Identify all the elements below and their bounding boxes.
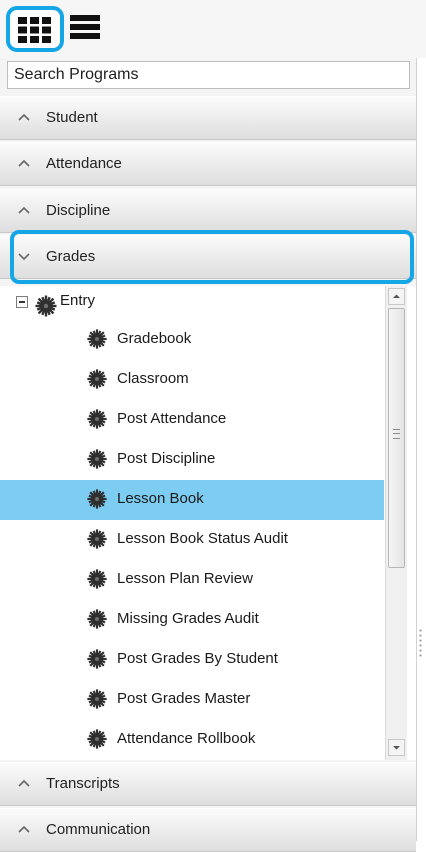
section-label: Student [46,109,98,126]
cog-icon [87,729,107,749]
section-grades[interactable]: Grades [0,235,416,279]
tree-item-label: Gradebook [117,330,192,347]
chevron-up-icon [18,113,30,121]
chevron-down-icon [18,253,30,261]
tree-item[interactable]: Attendance Rollbook [0,720,384,760]
cog-icon [87,369,107,389]
section-discipline[interactable]: Discipline [0,189,416,233]
cog-icon [87,449,107,469]
cog-icon [87,569,107,589]
cog-icon [87,529,107,549]
tree-item-label: Classroom [117,370,189,387]
section-label: Transcripts [46,775,120,792]
tree-item[interactable]: Post Grades By Student [0,640,384,680]
section-transcripts[interactable]: Transcripts [0,762,416,806]
tree-item[interactable]: Post Discipline [0,440,384,480]
tree-item-label: Attendance Rollbook [117,730,256,747]
list-icon [70,15,100,39]
cog-icon [87,489,107,509]
tree-item[interactable]: Gradebook [0,320,384,360]
cog-icon [87,609,107,629]
list-view-button[interactable] [70,13,100,46]
scroll-up-button[interactable] [388,288,405,305]
arrow-up-icon [393,294,400,298]
tree-item-label: Post Grades Master [117,690,251,707]
tree-item[interactable]: Lesson Plan Review [0,560,384,600]
chevron-up-icon [18,779,30,787]
tree-item-label: Missing Grades Audit [117,610,259,627]
section-student[interactable]: Student [0,96,416,140]
section-label: Communication [46,821,151,838]
cog-icon [87,329,107,349]
tree-item-label: Post Attendance [117,410,227,427]
tree-item[interactable]: Lesson Book Status Audit [0,520,384,560]
search-input[interactable] [7,61,410,89]
grid-view-button[interactable] [6,6,64,52]
tree-item-label: Lesson Book [117,490,204,507]
section-attendance[interactable]: Attendance [0,142,416,186]
tree-item[interactable]: Missing Grades Audit [0,600,384,640]
collapse-toggle[interactable] [16,296,28,308]
section-label: Discipline [46,202,111,219]
chevron-up-icon [18,206,30,214]
arrow-down-icon [393,746,400,750]
tree-item[interactable]: Classroom [0,360,384,400]
chevron-up-icon [18,825,30,833]
section-label: Grades [46,248,96,265]
cog-icon [35,295,57,317]
tree-item[interactable]: Lesson Book [0,480,384,520]
program-tree: Entry Gradebook Classroom Post Attendance P… [0,286,416,760]
tree-scrollbar[interactable] [385,286,407,760]
grid-icon [18,17,51,43]
scroll-thumb[interactable] [388,308,405,568]
tree-item-label: Lesson Book Status Audit [117,530,288,547]
scroll-down-button[interactable] [388,739,405,756]
section-label: Attendance [46,155,122,172]
chevron-up-icon [18,159,30,167]
cog-icon [87,409,107,429]
cog-icon [87,689,107,709]
cog-icon [87,649,107,669]
panel-splitter[interactable] [419,628,422,658]
toolbar [0,0,426,58]
tree-item-label: Post Discipline [117,450,216,467]
tree-folder-label: Entry [60,292,96,309]
tree-item[interactable]: Post Attendance [0,400,384,440]
tree-item-label: Post Grades By Student [117,650,278,667]
section-communication[interactable]: Communication [0,808,416,852]
tree-item-label: Lesson Plan Review [117,570,253,587]
tree-item[interactable]: Post Grades Master [0,680,384,720]
